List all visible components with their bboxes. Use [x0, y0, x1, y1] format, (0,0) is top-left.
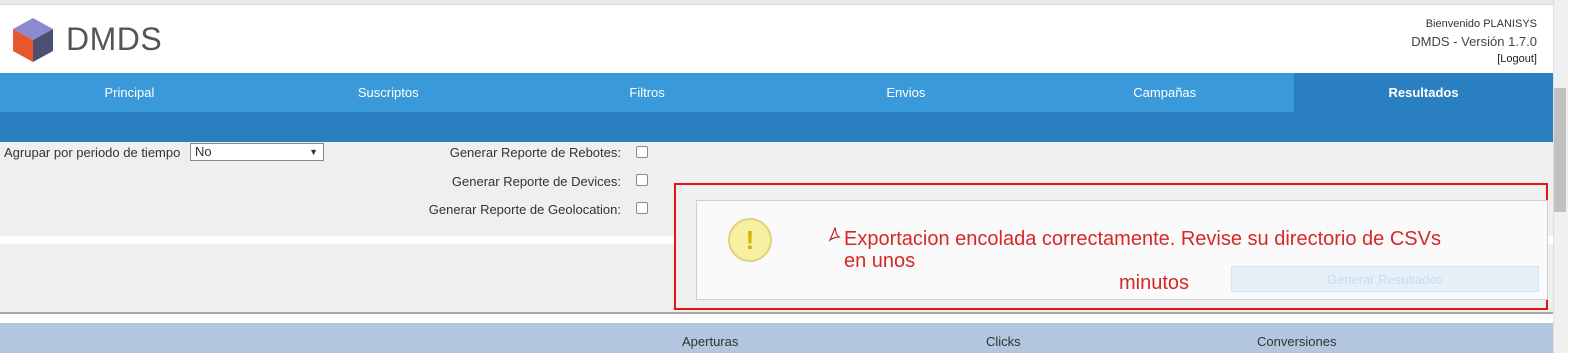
geolocation-label: Generar Reporte de Geolocation:	[428, 202, 621, 217]
scrollbar-thumb[interactable]	[1554, 88, 1566, 212]
top-border	[0, 0, 1553, 5]
nav-principal[interactable]: Principal	[0, 73, 259, 112]
rebotes-label: Generar Reporte de Rebotes:	[449, 145, 621, 160]
main-nav: Principal Suscriptos Filtros Envios Camp…	[0, 73, 1553, 112]
th-aperturas: Aperturas	[682, 334, 739, 349]
devices-checkbox[interactable]	[636, 174, 648, 186]
nav-envios[interactable]: Envios	[776, 73, 1035, 112]
th-conversiones: Conversiones	[1257, 334, 1337, 349]
nav-suscriptos[interactable]: Suscriptos	[259, 73, 518, 112]
nav-resultados[interactable]: Resultados	[1294, 73, 1553, 112]
geolocation-checkbox[interactable]	[636, 202, 648, 214]
sub-nav-bar	[0, 112, 1553, 142]
app-name: DMDS	[66, 21, 163, 57]
user-info: Bienvenido PLANISYS DMDS - Versión 1.7.0…	[1411, 18, 1537, 65]
group-period-label: Agrupar por periodo de tiempo	[4, 145, 181, 160]
divider	[0, 312, 1553, 314]
dmds-logo-icon	[13, 18, 53, 62]
dropdown-arrow-icon: ▼	[309, 147, 318, 157]
group-period-select[interactable]: No ▼	[190, 143, 324, 161]
devices-label: Generar Reporte de Devices:	[451, 174, 621, 189]
group-period-value: No	[195, 144, 212, 159]
pdf-icon	[828, 226, 841, 242]
nav-filtros[interactable]: Filtros	[518, 73, 777, 112]
th-clicks: Clicks	[986, 334, 1021, 349]
nav-campanas[interactable]: Campañas	[1035, 73, 1294, 112]
rebotes-checkbox[interactable]	[636, 146, 648, 158]
version-text: DMDS - Versión 1.7.0	[1411, 34, 1537, 49]
generate-results-button[interactable]: Generar Resultados	[1231, 266, 1539, 292]
logout-link[interactable]: [Logout]	[1497, 53, 1537, 65]
warning-icon: !	[728, 218, 772, 262]
welcome-text: Bienvenido PLANISYS	[1425, 18, 1537, 30]
